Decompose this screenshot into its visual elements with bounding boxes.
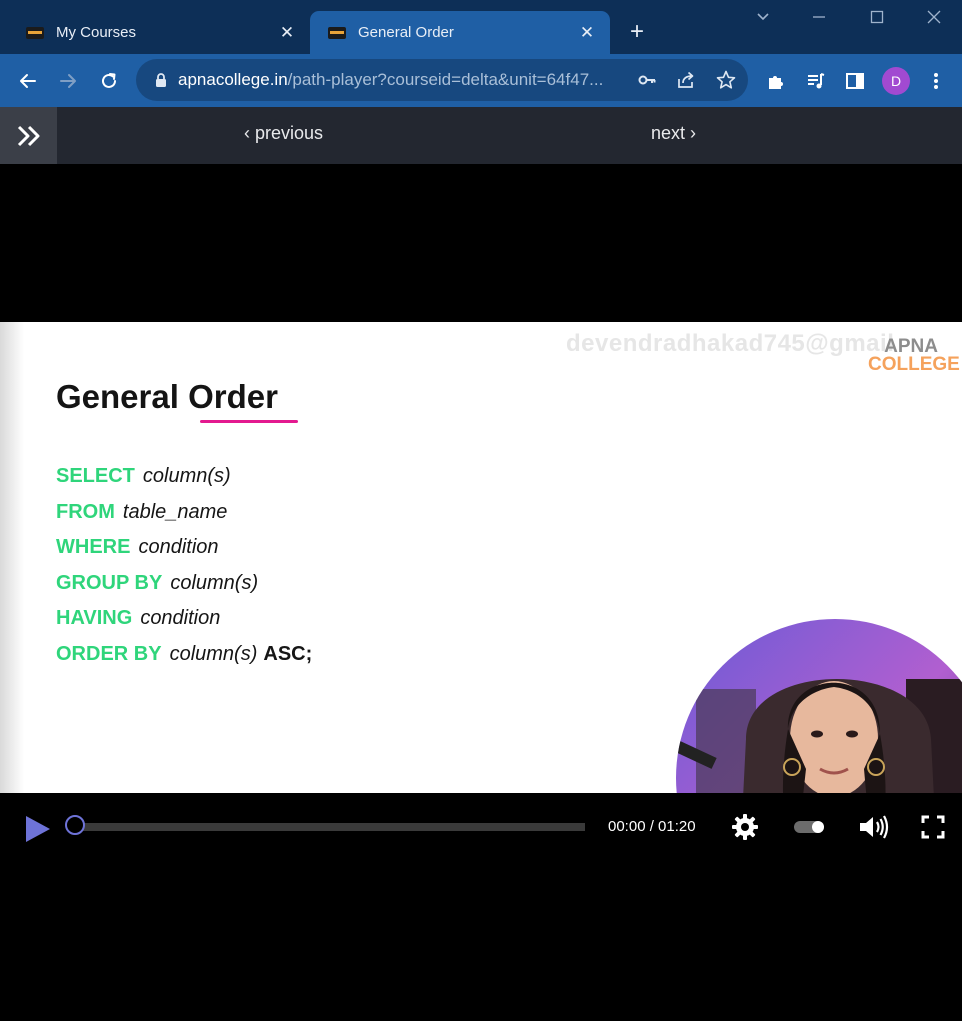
side-panel-icon[interactable]: [841, 67, 869, 95]
chevron-left-icon: ‹: [244, 123, 250, 143]
reload-button[interactable]: [95, 67, 123, 95]
settings-gear-icon[interactable]: [731, 813, 759, 841]
tab-search-icon[interactable]: [748, 6, 778, 34]
seek-handle[interactable]: [65, 815, 85, 835]
sql-line: GROUP BY column(s): [56, 571, 259, 594]
time-display: 00:00 / 01:20: [608, 818, 696, 835]
sql-clause-list: SELECT column(s) FROM table_name WHERE cond…: [56, 462, 312, 676]
tab-general-order[interactable]: General Order ✕: [310, 11, 610, 54]
new-tab-button[interactable]: +: [622, 17, 652, 47]
tab-title: General Order: [358, 24, 454, 41]
close-tab-icon[interactable]: ✕: [272, 23, 302, 43]
forward-button[interactable]: [54, 67, 82, 95]
next-lesson-link[interactable]: next ›: [651, 123, 696, 144]
sql-line: SELECT column(s): [56, 465, 231, 487]
user-watermark: devendradhakad745@gmail: [566, 330, 895, 357]
sql-line: FROM table_name: [56, 500, 228, 523]
play-button[interactable]: [24, 814, 52, 844]
volume-icon[interactable]: [858, 813, 890, 841]
chevron-right-icon: ›: [690, 123, 697, 143]
seek-bar[interactable]: [76, 823, 585, 831]
title-underline: [200, 420, 298, 423]
apna-college-favicon: [26, 26, 44, 39]
close-tab-icon[interactable]: ✕: [572, 23, 602, 43]
presenter-webcam: [676, 619, 962, 793]
key-icon[interactable]: [636, 69, 658, 91]
course-navigation-bar: ‹ previous next ›: [0, 107, 962, 164]
browser-tab-strip: My Courses ✕ General Order ✕ +: [0, 0, 962, 54]
bookmark-star-icon[interactable]: [715, 69, 737, 91]
sidebar-toggle-button[interactable]: [0, 107, 57, 164]
video-frame-slide: devendradhakad745@gmail APNA COLLEGE Gen…: [0, 322, 962, 793]
player-controls: 00:00 / 01:20: [0, 793, 962, 863]
address-bar[interactable]: apnacollege.in/path-player?courseid=delt…: [136, 59, 748, 101]
apna-college-logo: APNA COLLEGE: [868, 336, 960, 375]
profile-avatar[interactable]: D: [882, 67, 910, 95]
share-icon[interactable]: [675, 69, 697, 91]
apna-college-favicon: [328, 26, 346, 39]
sql-line: WHERE condition: [56, 536, 219, 559]
fullscreen-icon[interactable]: [920, 813, 946, 841]
media-playlist-icon[interactable]: [802, 67, 830, 95]
more-menu-icon[interactable]: [922, 67, 950, 95]
tab-my-courses[interactable]: My Courses ✕: [8, 11, 310, 54]
double-chevron-right-icon: [17, 125, 39, 146]
close-window-button[interactable]: [919, 6, 949, 34]
url-text[interactable]: apnacollege.in/path-player?courseid=delt…: [178, 70, 628, 90]
sql-line: HAVING condition: [56, 607, 221, 630]
video-player[interactable]: devendradhakad745@gmail APNA COLLEGE Gen…: [0, 164, 962, 1021]
lock-icon[interactable]: [152, 71, 170, 89]
back-button[interactable]: [14, 67, 42, 95]
tab-title: My Courses: [56, 24, 137, 41]
extensions-puzzle-icon[interactable]: [762, 67, 790, 95]
sql-line: ORDER BY column(s) ASC;: [56, 642, 313, 665]
maximize-button[interactable]: [862, 6, 892, 34]
autoplay-toggle-icon[interactable]: [792, 813, 826, 841]
minimize-button[interactable]: [804, 6, 834, 34]
browser-toolbar: apnacollege.in/path-player?courseid=delt…: [0, 54, 962, 107]
previous-lesson-link[interactable]: ‹ previous: [244, 123, 323, 144]
slide-title: General Order: [56, 378, 298, 423]
